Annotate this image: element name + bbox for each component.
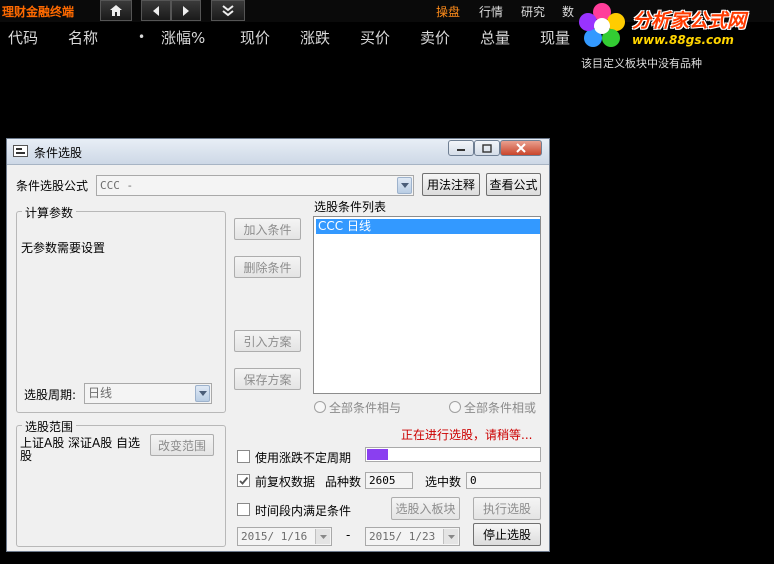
prior-adjust-label: 前复权数据 (255, 475, 316, 489)
period-value: 日线 (88, 386, 113, 400)
formula-value: CCC - (100, 179, 134, 192)
view-formula-button[interactable]: 查看公式 (486, 173, 541, 196)
progress-fill (367, 449, 388, 460)
radio-all-or[interactable] (449, 401, 461, 413)
params-text: 无参数需要设置 (21, 241, 106, 255)
dialog-title: 条件选股 (34, 146, 83, 160)
col-bid[interactable]: 买价 (360, 27, 390, 48)
close-icon (516, 143, 526, 153)
count-label: 品种数 (325, 475, 362, 489)
date-dropdown-arrow[interactable] (443, 529, 458, 544)
time-range-label: 时间段内满足条件 (255, 504, 352, 518)
col-change-pct[interactable]: 涨幅% (161, 27, 205, 48)
stop-screen-button[interactable]: 停止选股 (473, 523, 541, 546)
home-icon (110, 5, 122, 16)
col-ask[interactable]: 卖价 (420, 27, 450, 48)
col-price[interactable]: 现价 (240, 27, 270, 48)
range-text: 上证A股 深证A股 自选股 (20, 436, 141, 463)
flower-logo-icon (579, 3, 625, 47)
radio-all-and[interactable] (314, 401, 326, 413)
selected-label: 选中数 (425, 475, 462, 489)
watermark-url: www.88gs.com (632, 33, 734, 47)
period-select[interactable]: 日线 (84, 383, 212, 404)
usage-notes-button[interactable]: 用法注释 (422, 173, 480, 196)
menu-trading[interactable]: 操盘 (436, 3, 460, 20)
watermark-brand: 分析家公式网 (632, 10, 747, 32)
col-marker: • (138, 30, 146, 44)
variable-period-checkbox[interactable] (237, 450, 250, 463)
dropdown-arrow[interactable] (397, 177, 412, 194)
chevron-down-icon (447, 534, 455, 539)
app-title: 理财金融终端 (2, 5, 75, 19)
chevron-down-icon (319, 534, 327, 539)
progress-bar (365, 447, 541, 462)
home-button[interactable] (100, 0, 132, 21)
collapse-button[interactable] (211, 0, 245, 21)
stock-screener-dialog: 条件选股 条件选股公式 CCC - 用法注释 查看公式 计算参数 无参数需要设置… (6, 138, 550, 552)
col-change[interactable]: 涨跌 (300, 27, 330, 48)
chevron-down-icon (198, 391, 207, 396)
maximize-icon (482, 143, 492, 153)
selected-value: 0 (466, 472, 541, 489)
list-item[interactable]: CCC 日线 (316, 219, 540, 234)
arrow-right-icon (183, 5, 189, 16)
formula-select[interactable]: CCC - (96, 175, 414, 196)
menu-research[interactable]: 研究 (521, 3, 545, 20)
status-text: 正在进行选股，请稍等... (401, 428, 533, 442)
period-label: 选股周期: (24, 388, 77, 402)
date-to-value: 2015/ 1/23 (369, 530, 436, 543)
col-name[interactable]: 名称 (68, 27, 98, 48)
date-from-picker[interactable]: 2015/ 1/16 (237, 527, 332, 546)
double-chevron-down-icon (222, 4, 234, 16)
maximize-button[interactable] (474, 140, 500, 156)
minimize-icon (457, 149, 465, 151)
checkmark-icon (239, 476, 249, 485)
menu-quotes[interactable]: 行情 (479, 3, 503, 20)
condition-list-label: 选股条件列表 (314, 200, 387, 214)
range-group-label: 选股范围 (22, 418, 77, 435)
radio-all-or-label: 全部条件相或 (464, 401, 537, 415)
arrow-left-icon (153, 5, 159, 16)
condition-list[interactable]: CCC 日线 (313, 216, 541, 394)
chevron-down-icon (400, 183, 409, 188)
change-range-button[interactable]: 改变范围 (150, 434, 214, 456)
minimize-button[interactable] (448, 140, 474, 156)
add-condition-button[interactable]: 加入条件 (234, 218, 301, 240)
delete-condition-button[interactable]: 删除条件 (234, 256, 301, 278)
run-screen-button[interactable]: 执行选股 (473, 497, 541, 520)
close-button[interactable] (500, 140, 542, 156)
radio-all-and-label: 全部条件相与 (329, 401, 402, 415)
window-icon (13, 145, 28, 157)
back-button[interactable] (141, 0, 171, 21)
date-from-value: 2015/ 1/16 (241, 530, 308, 543)
count-value: 2605 (365, 472, 413, 489)
import-plan-button[interactable]: 引入方案 (234, 330, 301, 352)
save-plan-button[interactable]: 保存方案 (234, 368, 301, 390)
date-to-picker[interactable]: 2015/ 1/23 (365, 527, 460, 546)
date-dropdown-arrow[interactable] (315, 529, 330, 544)
variable-period-label: 使用涨跌不定周期 (255, 451, 352, 465)
formula-label: 条件选股公式 (16, 179, 89, 193)
to-block-button[interactable]: 选股入板块 (391, 497, 460, 520)
col-volume[interactable]: 总量 (480, 27, 510, 48)
col-current-volume[interactable]: 现量 (540, 27, 570, 48)
time-range-checkbox[interactable] (237, 503, 250, 516)
empty-block-message: 该目定义板块中没有品种 (581, 57, 702, 70)
col-code[interactable]: 代码 (8, 27, 38, 48)
date-separator: - (346, 528, 351, 542)
params-group-label: 计算参数 (22, 204, 77, 221)
prior-adjust-checkbox[interactable] (237, 474, 250, 487)
forward-button[interactable] (171, 0, 201, 21)
dropdown-arrow[interactable] (195, 385, 210, 402)
